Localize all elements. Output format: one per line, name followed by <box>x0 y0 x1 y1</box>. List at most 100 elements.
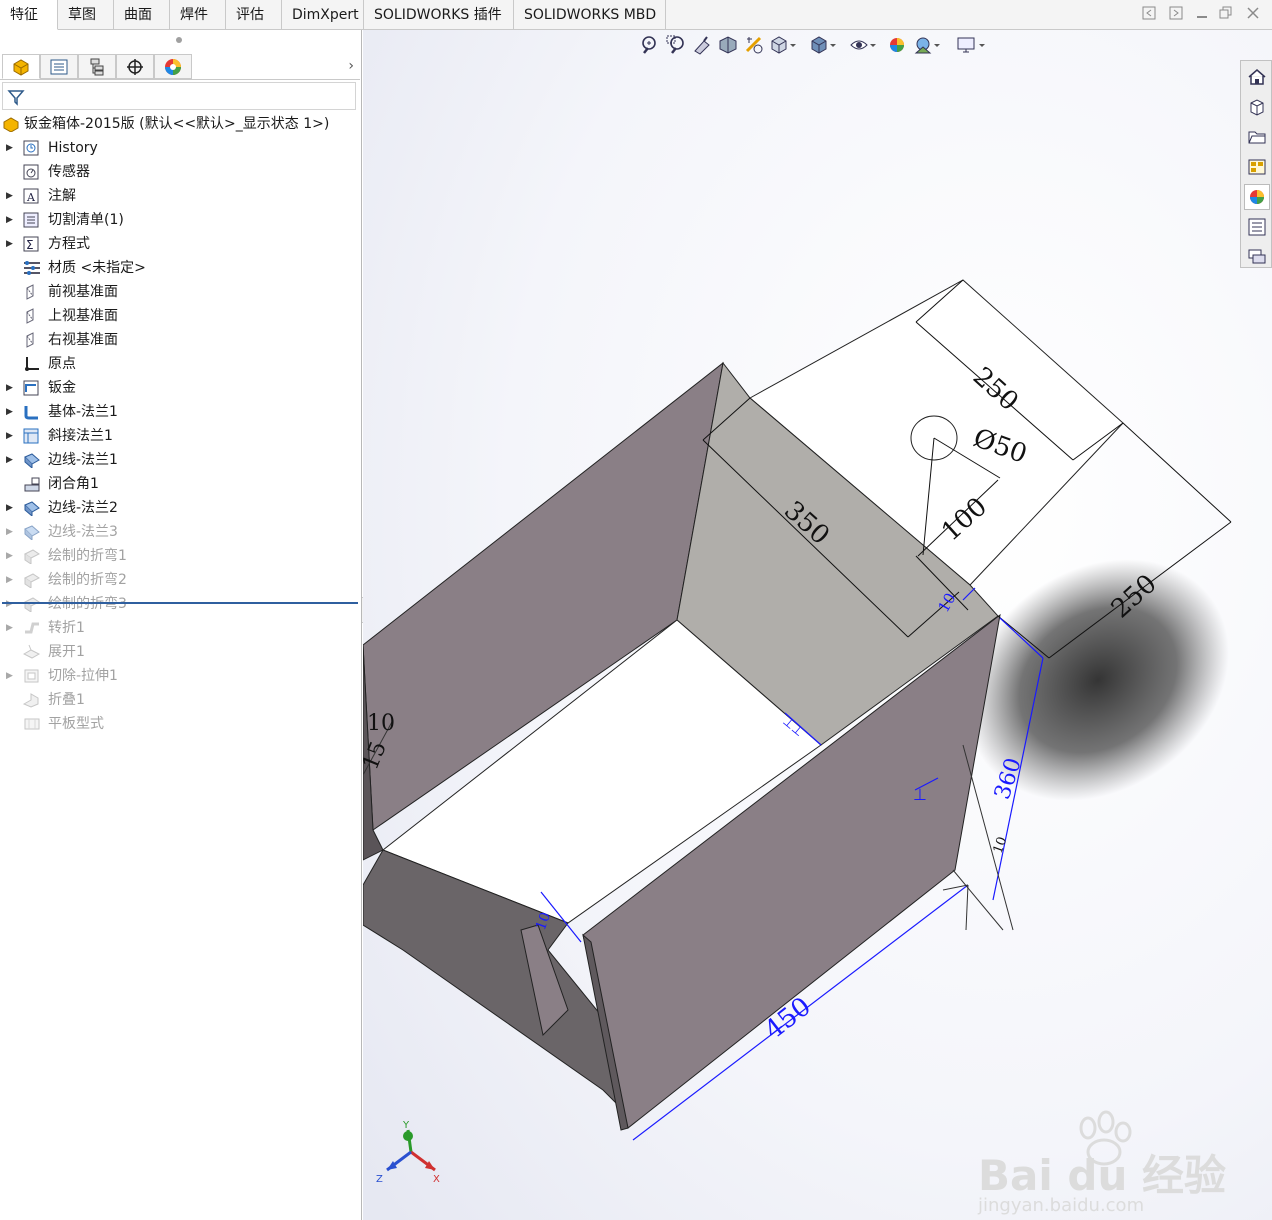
tree-item[interactable]: ▶ A 注解 <box>0 184 360 208</box>
tree-item[interactable]: 材质 <未指定> <box>0 256 360 280</box>
custom-properties-icon[interactable] <box>1244 214 1270 240</box>
section-view-icon[interactable] <box>718 35 738 55</box>
tab-solidworks-mbd[interactable]: SOLIDWORKS MBD <box>514 0 666 30</box>
tree-item[interactable]: 传感器 <box>0 160 360 184</box>
tree-item[interactable]: ▶ 绘制的折弯1 <box>0 544 360 568</box>
appearances-icon[interactable] <box>1244 184 1270 210</box>
previous-view-icon[interactable] <box>692 35 712 55</box>
tree-item[interactable]: ▶ Σ 方程式 <box>0 232 360 256</box>
tree-item[interactable]: 折叠1 <box>0 688 360 712</box>
history-icon <box>23 140 41 156</box>
configuration-manager-tab[interactable] <box>78 54 116 79</box>
display-style-icon[interactable] <box>810 35 836 55</box>
tree-item-label: 前视基准面 <box>48 284 118 300</box>
display-manager-tab[interactable] <box>154 54 192 79</box>
tree-item-label: 材质 <未指定> <box>48 260 146 276</box>
zoom-to-area-icon[interactable] <box>666 35 686 55</box>
feature-tree-filter[interactable] <box>2 82 356 110</box>
tree-item[interactable]: 原点 <box>0 352 360 376</box>
feature-manager-tab[interactable] <box>2 54 40 79</box>
restore-left-icon[interactable] <box>1141 6 1157 22</box>
tree-item[interactable]: 上视基准面 <box>0 304 360 328</box>
expand-arrow-icon[interactable]: ▶ <box>6 496 16 520</box>
expand-arrow-icon[interactable]: ▶ <box>6 520 16 544</box>
tree-item[interactable]: ▶ 绘制的折弯3 <box>0 592 360 616</box>
expand-arrow-icon[interactable]: ▶ <box>6 664 16 688</box>
expand-arrow-icon[interactable]: ▶ <box>6 208 16 232</box>
expand-arrow-icon[interactable]: ▶ <box>6 232 16 256</box>
triad-z-label: Z <box>376 1174 383 1185</box>
minimize-icon[interactable] <box>1194 6 1210 22</box>
tab-solidworks-addins[interactable]: SOLIDWORKS 插件 <box>364 0 514 30</box>
tree-item[interactable]: 平板型式 <box>0 712 360 736</box>
hide-show-icon[interactable] <box>850 35 876 55</box>
dynamic-annotation-icon[interactable] <box>744 35 764 55</box>
zoom-to-fit-icon[interactable] <box>640 35 660 55</box>
cut-list-icon <box>23 212 41 228</box>
expand-arrow-icon[interactable]: ▶ <box>6 568 16 592</box>
view-orientation-icon[interactable] <box>770 35 796 55</box>
tab-features[interactable]: 特征 <box>0 0 58 30</box>
view-settings-icon[interactable] <box>956 35 985 55</box>
restore-icon[interactable] <box>1218 6 1234 22</box>
tree-item[interactable]: 前视基准面 <box>0 280 360 304</box>
tree-item[interactable]: ▶ 基体-法兰1 <box>0 400 360 424</box>
tree-item[interactable]: ▶ 切除-拉伸1 <box>0 664 360 688</box>
view-palette-icon[interactable] <box>1244 154 1270 180</box>
tab-dimxpert[interactable]: DimXpert <box>282 0 364 30</box>
tree-item[interactable]: 右视基准面 <box>0 328 360 352</box>
filter-icon <box>7 90 25 106</box>
sketched-bend-icon <box>23 548 41 565</box>
tree-item[interactable]: 闭合角1 <box>0 472 360 496</box>
design-library-icon[interactable] <box>1244 94 1270 120</box>
tree-item-label: 原点 <box>48 356 76 372</box>
dimxpert-manager-tab[interactable] <box>116 54 154 79</box>
tree-item[interactable]: ▶ 钣金 <box>0 376 360 400</box>
tree-item[interactable]: ▶ 绘制的折弯2 <box>0 568 360 592</box>
heads-up-view-toolbar <box>638 33 998 57</box>
tab-evaluate[interactable]: 评估 <box>226 0 282 30</box>
close-icon[interactable] <box>1245 6 1261 22</box>
panel-grip[interactable] <box>0 30 360 50</box>
feature-manager-panel: › 钣金箱体-2015版 (默认<<默认>_显示状态 1>) ▶ History 传… <box>0 30 362 1220</box>
rollback-bar[interactable] <box>2 602 358 604</box>
property-manager-tab[interactable] <box>40 54 78 79</box>
flat-pattern-icon <box>23 716 41 732</box>
expand-arrow-icon[interactable]: ▶ <box>6 448 16 472</box>
expand-arrow-icon[interactable]: ▶ <box>6 400 16 424</box>
expand-arrow-icon[interactable]: ▶ <box>6 544 16 568</box>
restore-right-icon[interactable] <box>1168 6 1184 22</box>
tree-item[interactable]: ▶ 边线-法兰3 <box>0 520 360 544</box>
expand-arrow-icon[interactable]: ▶ <box>6 136 16 160</box>
perpendicular-symbol: ⊥ <box>913 785 927 804</box>
graphics-area[interactable]: 250 Ø50 100 350 250 10 15 10 360 450 10 … <box>363 30 1272 1220</box>
edit-appearance-icon[interactable] <box>888 35 908 55</box>
tree-item-label: 注解 <box>48 188 76 204</box>
apply-scene-icon[interactable] <box>914 35 940 55</box>
expand-arrow-icon[interactable]: ▶ <box>6 184 16 208</box>
tree-item-label: 边线-法兰1 <box>48 452 118 468</box>
expand-arrow-icon[interactable]: ▶ <box>6 376 16 400</box>
edge-flange-icon <box>23 452 41 470</box>
tree-item[interactable]: ▶ 边线-法兰2 <box>0 496 360 520</box>
tree-item[interactable]: ▶ 边线-法兰1 <box>0 448 360 472</box>
home-icon[interactable] <box>1244 64 1270 90</box>
sensor-icon <box>23 164 41 180</box>
tree-item[interactable]: ▶ History <box>0 136 360 160</box>
tab-sketch[interactable]: 草图 <box>58 0 114 30</box>
tree-item[interactable]: 展开1 <box>0 640 360 664</box>
expand-arrow-icon[interactable]: ▶ <box>6 592 16 616</box>
tree-item[interactable]: ▶ 转折1 <box>0 616 360 640</box>
forum-icon[interactable] <box>1244 244 1270 270</box>
more-tabs-chevron-icon[interactable]: › <box>348 58 354 74</box>
expand-arrow-icon[interactable]: ▶ <box>6 616 16 640</box>
svg-text:A: A <box>26 191 36 204</box>
file-explorer-icon[interactable] <box>1244 124 1270 150</box>
tab-weldments[interactable]: 焊件 <box>170 0 226 30</box>
expand-arrow-icon[interactable]: ▶ <box>6 424 16 448</box>
tab-surfaces[interactable]: 曲面 <box>114 0 170 30</box>
tree-item[interactable]: ▶ 切割清单(1) <box>0 208 360 232</box>
dim-flange-offset[interactable]: 10 <box>367 711 395 736</box>
sketched-bend-icon <box>23 572 41 589</box>
tree-item[interactable]: ▶ 斜接法兰1 <box>0 424 360 448</box>
